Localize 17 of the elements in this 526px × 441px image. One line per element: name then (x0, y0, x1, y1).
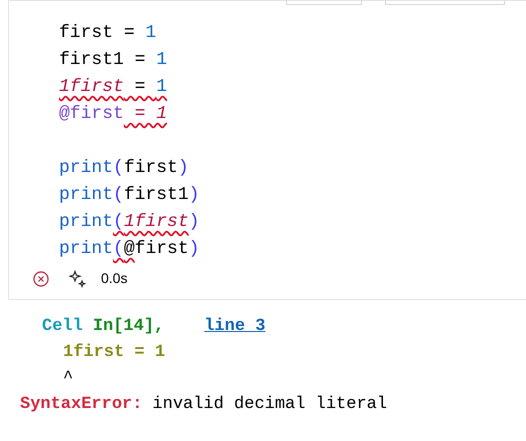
output-text: invalid decimal literal (152, 394, 388, 416)
source-line: 1first = 1 (63, 342, 166, 364)
error-type: SyntaxError: (20, 394, 142, 416)
code-line: print(first) (59, 157, 189, 180)
code-line: @first = 1 (59, 103, 168, 126)
cell-location: In[14], (92, 316, 164, 338)
execution-time: 0.0s (101, 269, 128, 288)
code-line: first = 1 (59, 22, 156, 45)
code-line: print(1first) (59, 211, 200, 234)
code-line: 1first = 1 (59, 76, 168, 99)
cell-label: Cell (42, 316, 83, 338)
sparkle-icon[interactable] (69, 270, 87, 288)
line-link[interactable]: line 3 (204, 314, 266, 340)
code-line: print(first1) (59, 184, 200, 207)
code-line: first1 = 1 (59, 49, 168, 72)
code-line: print(@first) (59, 238, 200, 261)
output-text: ^ (63, 368, 74, 390)
